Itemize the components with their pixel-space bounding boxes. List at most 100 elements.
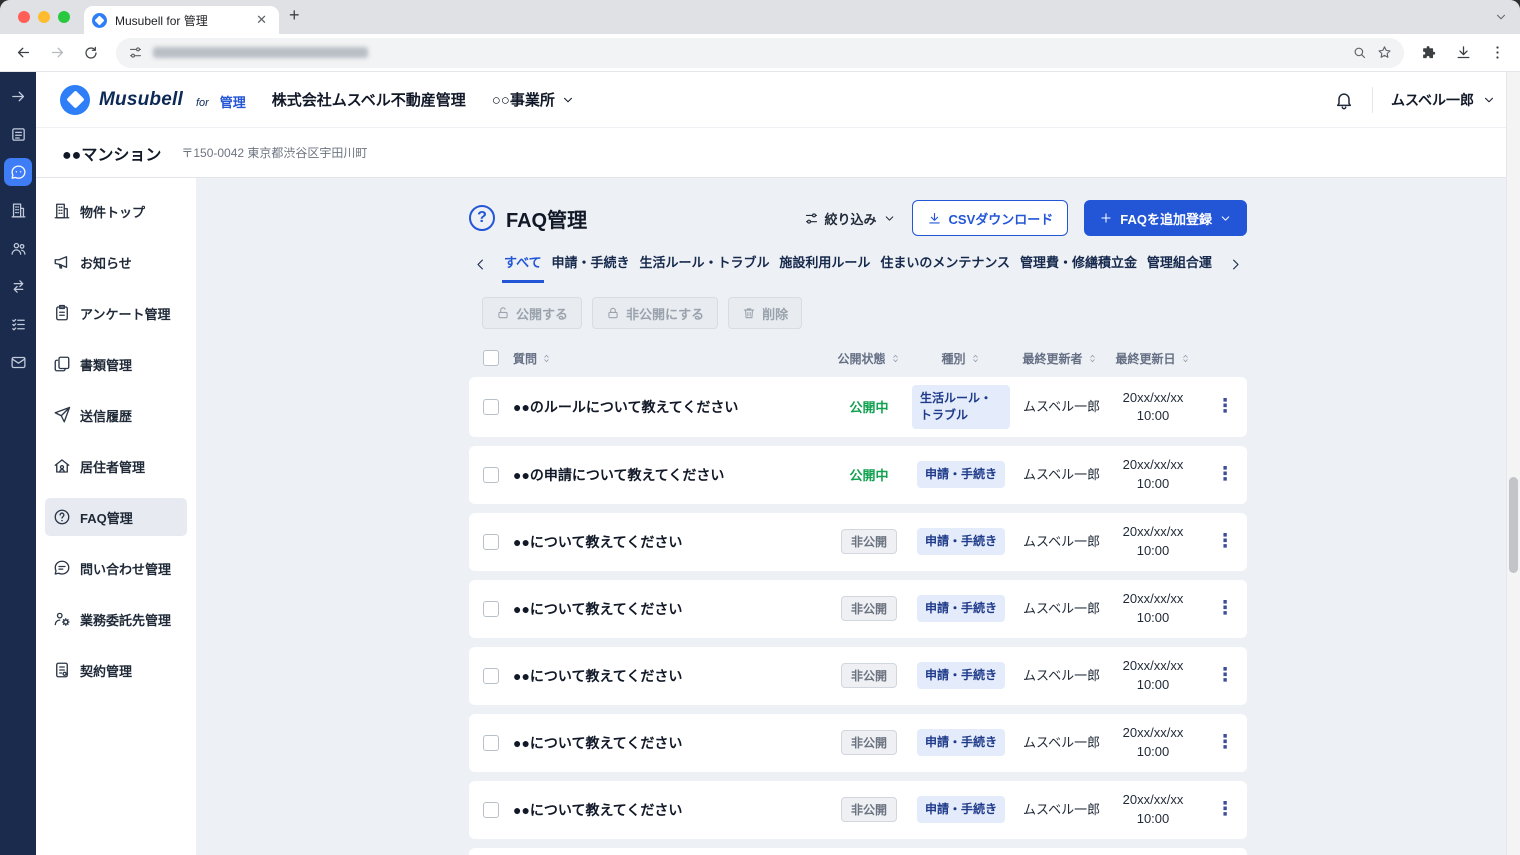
address-bar[interactable] bbox=[116, 38, 1404, 68]
header-status[interactable]: 公開状態 bbox=[833, 350, 905, 367]
table-row[interactable]: ●●について教えてください 非公開 申請・手続き ムスベル一郎 20xx/xx/… bbox=[469, 580, 1247, 638]
tab-living-rules[interactable]: 生活ルール・トラブル bbox=[637, 252, 771, 283]
user-name: ムスベル一郎 bbox=[1391, 90, 1474, 110]
tab-all[interactable]: すべて bbox=[502, 252, 544, 283]
updated-by: ムスベル一郎 bbox=[1017, 533, 1103, 551]
row-checkbox[interactable] bbox=[483, 534, 499, 550]
office-selector[interactable]: ○○事業所 bbox=[492, 89, 575, 110]
tab-facility-rules[interactable]: 施設利用ルール bbox=[777, 252, 872, 283]
table-row[interactable]: ●●のルールについて教えてください 公開中 生活ルール・トラブル ムスベル一郎 … bbox=[469, 377, 1247, 437]
sidebar-item-label: FAQ管理 bbox=[80, 508, 133, 527]
scrollbar-thumb[interactable] bbox=[1509, 477, 1518, 573]
logo-for: for bbox=[196, 97, 209, 109]
sort-icon bbox=[970, 353, 981, 364]
sidebar-item-property-top[interactable]: 物件トップ bbox=[45, 192, 187, 230]
unpublish-button[interactable]: 非公開にする bbox=[592, 297, 718, 329]
faq-question: ●●の申請について教えてください bbox=[513, 465, 833, 485]
user-swap-icon[interactable] bbox=[4, 272, 32, 300]
sidebar-item-send-history[interactable]: 送信履歴 bbox=[45, 396, 187, 434]
zoom-icon[interactable] bbox=[1352, 45, 1367, 60]
tab-maintenance[interactable]: 住まいのメンテナンス bbox=[878, 252, 1012, 283]
row-checkbox[interactable] bbox=[483, 601, 499, 617]
csv-download-button[interactable]: CSVダウンロード bbox=[912, 200, 1069, 236]
row-menu-icon[interactable]: ⋮ bbox=[1210, 662, 1241, 689]
filter-button[interactable]: 絞り込み bbox=[804, 209, 896, 228]
sidebar-item-vendors[interactable]: 業務委託先管理 bbox=[45, 600, 187, 638]
select-all-checkbox[interactable] bbox=[483, 350, 499, 366]
forward-button[interactable] bbox=[42, 38, 72, 68]
traffic-lights bbox=[18, 11, 70, 23]
sidebar-item-faq[interactable]: FAQ管理 bbox=[45, 498, 187, 536]
row-menu-icon[interactable]: ⋮ bbox=[1210, 595, 1241, 622]
user-menu[interactable]: ムスベル一郎 bbox=[1391, 90, 1496, 110]
faq-help-icon: ? bbox=[469, 205, 495, 231]
mail-icon[interactable] bbox=[4, 348, 32, 376]
row-menu-icon[interactable]: ⋮ bbox=[1210, 796, 1241, 823]
updated-by: ムスベル一郎 bbox=[1017, 466, 1103, 484]
header-updated-at[interactable]: 最終更新日 bbox=[1103, 350, 1203, 367]
publish-button[interactable]: 公開する bbox=[482, 297, 582, 329]
sidebar-item-label: 書類管理 bbox=[80, 355, 132, 374]
minimize-window-button[interactable] bbox=[38, 11, 50, 23]
sidebar-item-inquiries[interactable]: 問い合わせ管理 bbox=[45, 549, 187, 587]
browser-tab[interactable]: Musubell for 管理 ✕ bbox=[84, 6, 279, 34]
downloads-icon[interactable] bbox=[1448, 38, 1478, 68]
row-checkbox[interactable] bbox=[483, 399, 499, 415]
extensions-icon[interactable] bbox=[1414, 38, 1444, 68]
row-checkbox[interactable] bbox=[483, 467, 499, 483]
tab-list-chevron-icon[interactable] bbox=[1494, 10, 1508, 24]
sidebar-item-surveys[interactable]: アンケート管理 bbox=[45, 294, 187, 332]
board-icon[interactable] bbox=[4, 120, 32, 148]
table-row[interactable]: ●●について教えてください 非公開 申請・手続き ムスベル一郎 20xx/xx/… bbox=[469, 647, 1247, 705]
row-menu-icon[interactable]: ⋮ bbox=[1210, 528, 1241, 555]
reload-button[interactable] bbox=[76, 38, 106, 68]
back-button[interactable] bbox=[8, 38, 38, 68]
sidebar: 物件トップ お知らせ アンケート管理 書類管理 bbox=[36, 178, 196, 855]
header-category[interactable]: 種別 bbox=[905, 350, 1017, 367]
close-window-button[interactable] bbox=[18, 11, 30, 23]
header-updated-by[interactable]: 最終更新者 bbox=[1017, 350, 1103, 367]
site-settings-icon[interactable] bbox=[128, 45, 143, 60]
browser-menu-icon[interactable] bbox=[1482, 38, 1512, 68]
new-tab-button[interactable]: + bbox=[279, 6, 310, 28]
chat-bubble-icon[interactable] bbox=[4, 158, 32, 186]
row-menu-icon[interactable]: ⋮ bbox=[1210, 461, 1241, 488]
bookmark-star-icon[interactable] bbox=[1377, 45, 1392, 60]
fullscreen-window-button[interactable] bbox=[58, 11, 70, 23]
checklist-icon[interactable] bbox=[4, 310, 32, 338]
category-tabs: すべて 申請・手続き 生活ルール・トラブル 施設利用ルール 住まいのメンテナンス… bbox=[469, 252, 1247, 283]
table-row[interactable]: ●●の申請について教えてください 公開中 申請・手続き ムスベル一郎 20xx/… bbox=[469, 446, 1247, 504]
building-icon[interactable] bbox=[4, 196, 32, 224]
tab-applications[interactable]: 申請・手続き bbox=[550, 252, 632, 283]
sidebar-item-contracts[interactable]: 契約管理 bbox=[45, 651, 187, 689]
tab-fees[interactable]: 管理費・修繕積立金 bbox=[1018, 252, 1139, 283]
row-menu-icon[interactable]: ⋮ bbox=[1210, 393, 1241, 420]
table-row[interactable]: ●●について教えてください 非公開 申請・手続き ムスベル一郎 20xx/xx/… bbox=[469, 848, 1247, 855]
users-icon[interactable] bbox=[4, 234, 32, 262]
updated-at: 20xx/xx/xx10:00 bbox=[1103, 456, 1203, 492]
table-row[interactable]: ●●について教えてください 非公開 申請・手続き ムスベル一郎 20xx/xx/… bbox=[469, 714, 1247, 772]
faq-question: ●●について教えてください bbox=[513, 800, 833, 820]
tabs-scroll-right-icon[interactable] bbox=[1224, 257, 1247, 278]
row-menu-icon[interactable]: ⋮ bbox=[1210, 729, 1241, 756]
header-question[interactable]: 質問 bbox=[513, 350, 833, 367]
delete-button[interactable]: 削除 bbox=[728, 297, 802, 329]
tab-association[interactable]: 管理組合運 bbox=[1145, 252, 1214, 283]
expand-arrow-icon[interactable] bbox=[4, 82, 32, 110]
table-row[interactable]: ●●について教えてください 非公開 申請・手続き ムスベル一郎 20xx/xx/… bbox=[469, 781, 1247, 839]
table-row[interactable]: ●●について教えてください 非公開 申請・手続き ムスベル一郎 20xx/xx/… bbox=[469, 513, 1247, 571]
add-faq-button[interactable]: FAQを追加登録 bbox=[1084, 200, 1247, 236]
app-logo[interactable]: Musubell for 管理 bbox=[60, 85, 246, 115]
row-checkbox[interactable] bbox=[483, 668, 499, 684]
sidebar-item-residents[interactable]: 居住者管理 bbox=[45, 447, 187, 485]
tabs-scroll-left-icon[interactable] bbox=[469, 257, 492, 278]
updated-at: 20xx/xx/xx10:00 bbox=[1103, 523, 1203, 559]
notifications-bell-icon[interactable] bbox=[1334, 90, 1354, 110]
sidebar-item-documents[interactable]: 書類管理 bbox=[45, 345, 187, 383]
sort-icon bbox=[1180, 353, 1191, 364]
row-checkbox[interactable] bbox=[483, 735, 499, 751]
sidebar-item-notices[interactable]: お知らせ bbox=[45, 243, 187, 281]
chevron-down-icon bbox=[1219, 212, 1232, 225]
tab-close-icon[interactable]: ✕ bbox=[252, 10, 271, 30]
row-checkbox[interactable] bbox=[483, 802, 499, 818]
